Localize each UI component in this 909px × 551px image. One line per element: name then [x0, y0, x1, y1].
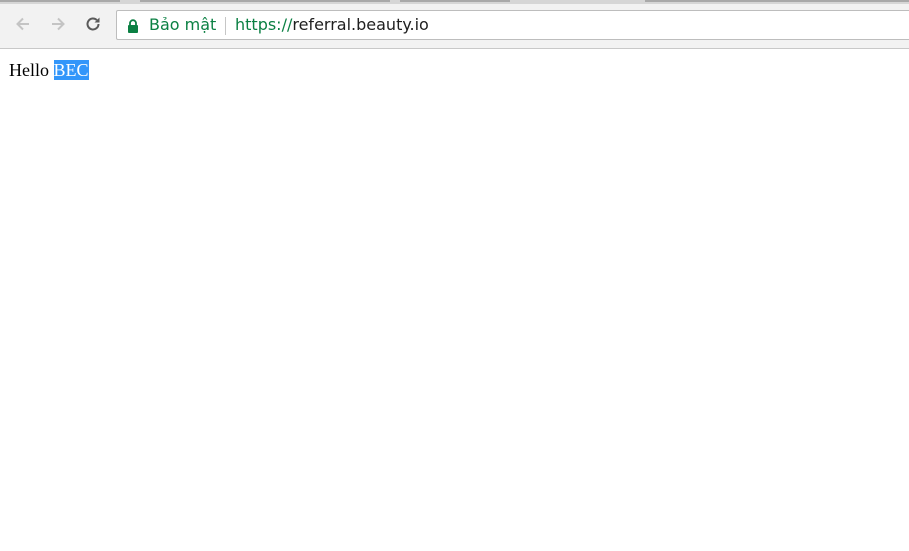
arrow-right-icon	[48, 14, 68, 39]
url-text[interactable]: https://referral.beauty.io	[235, 16, 429, 34]
back-button[interactable]	[11, 14, 35, 38]
selected-name-text[interactable]: BEC	[53, 60, 89, 80]
address-bar[interactable]: Bảo mật https://referral.beauty.io	[116, 10, 909, 40]
url-host: referral.beauty.io	[292, 15, 429, 34]
url-scheme: https://	[235, 15, 293, 34]
omnibox-divider	[225, 17, 226, 35]
tab-edge	[0, 0, 120, 2]
forward-button[interactable]	[46, 14, 70, 38]
reload-button[interactable]	[81, 14, 105, 38]
tab-edge	[140, 0, 390, 2]
arrow-left-icon	[13, 14, 33, 39]
greeting-line: Hello BEC	[9, 60, 89, 81]
lock-icon[interactable]	[127, 19, 139, 33]
tab-edge	[645, 0, 909, 2]
greeting-text: Hello	[9, 60, 49, 80]
reload-icon	[83, 14, 103, 39]
tab-edge	[400, 0, 510, 2]
browser-toolbar: Bảo mật https://referral.beauty.io	[0, 4, 909, 49]
security-status-label[interactable]: Bảo mật	[149, 16, 216, 34]
page-content: Hello BEC	[0, 49, 909, 551]
